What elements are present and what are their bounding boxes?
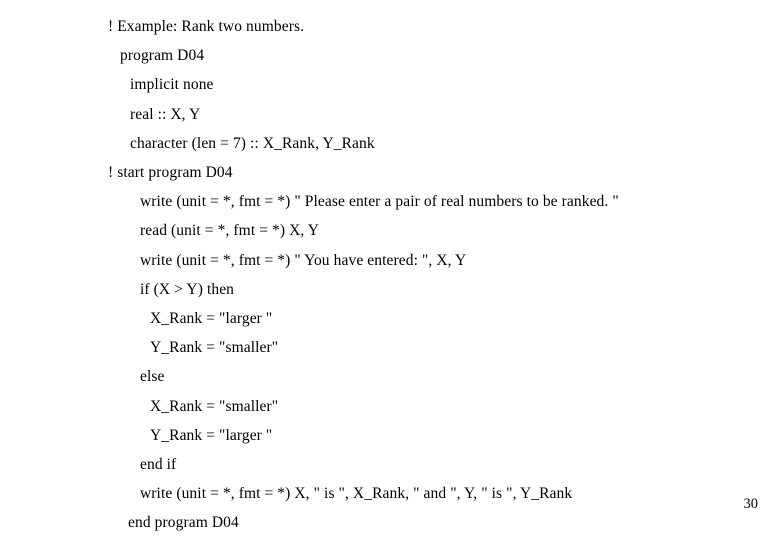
code-line: program D04 [120, 47, 205, 65]
page-number: 30 [743, 496, 759, 512]
code-line: write (unit = *, fmt = *) " Please enter… [140, 193, 619, 211]
code-line: ! start program D04 [108, 164, 233, 182]
code-line: if (X > Y) then [140, 280, 235, 298]
code-listing: ! Example: Rank two numbers. program D04… [108, 12, 748, 538]
code-line: Y_Rank = "larger " [150, 426, 273, 444]
code-line: Y_Rank = "smaller" [150, 339, 279, 357]
code-line: else [140, 368, 165, 386]
code-line: X_Rank = "smaller" [150, 397, 279, 415]
code-line: X_Rank = "larger " [150, 310, 273, 328]
slide-canvas: ! Example: Rank two numbers. program D04… [0, 0, 780, 540]
code-line: write (unit = *, fmt = *) X, " is ", X_R… [140, 485, 573, 503]
code-line: real :: X, Y [130, 105, 201, 123]
code-line: ! Example: Rank two numbers. [108, 18, 305, 35]
code-line: write (unit = *, fmt = *) " You have ent… [140, 251, 467, 269]
code-line: end program D04 [128, 514, 239, 532]
code-line: character (len = 7) :: X_Rank, Y_Rank [130, 134, 375, 152]
code-line: implicit none [130, 76, 214, 94]
code-line: read (unit = *, fmt = *) X, Y [140, 222, 320, 240]
code-line: end if [140, 456, 177, 474]
